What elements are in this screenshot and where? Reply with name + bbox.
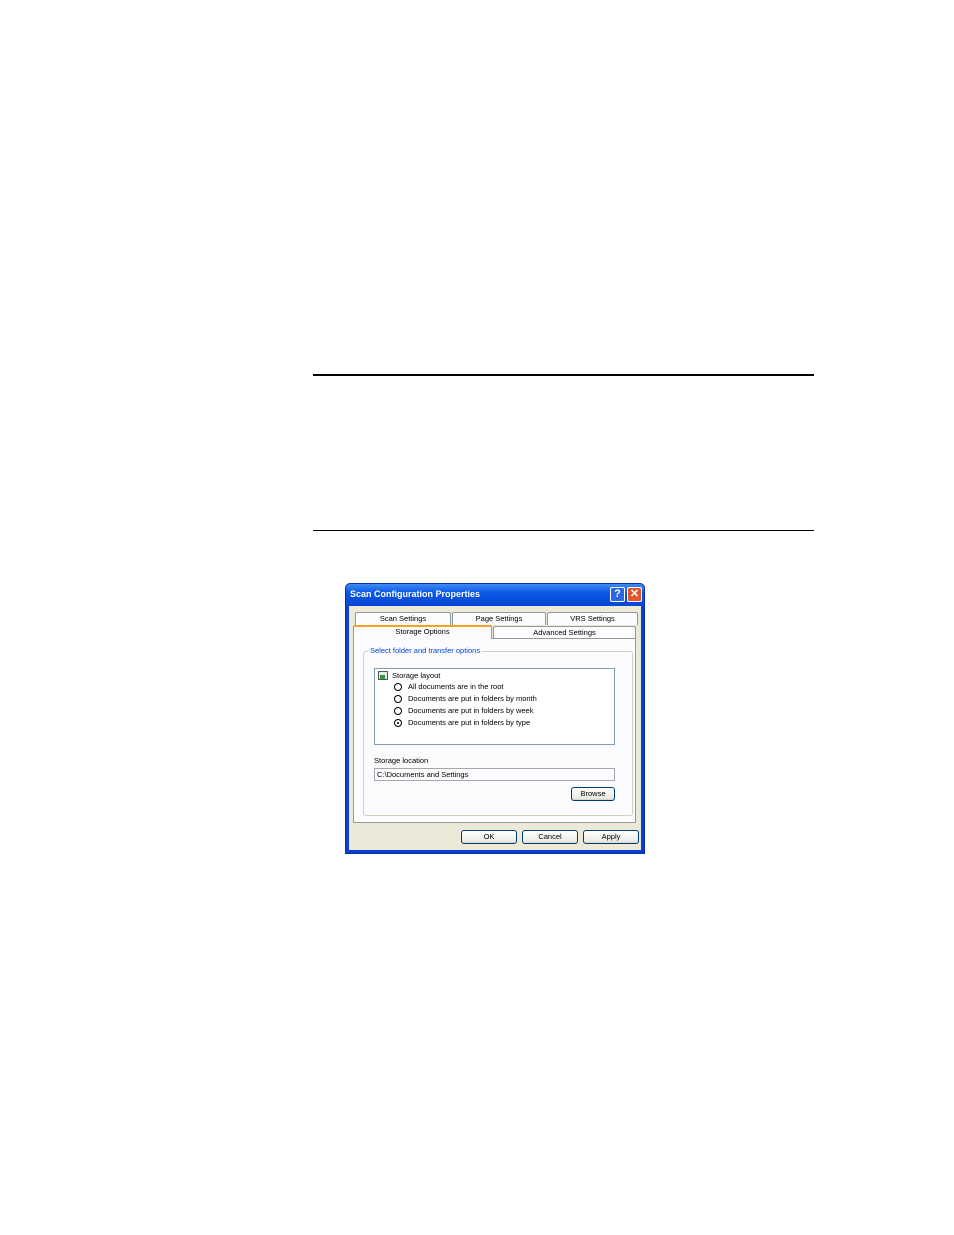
storage-location-label: Storage location	[374, 756, 429, 765]
option-label: Documents are put in folders by month	[408, 694, 537, 703]
option-label: Documents are put in folders by type	[408, 718, 531, 727]
scan-configuration-dialog: Scan Configuration Properties ? ✕ Scan S…	[345, 583, 645, 854]
option-label: All documents are in the root	[408, 682, 504, 691]
apply-button[interactable]: Apply	[583, 830, 639, 844]
tab-advanced-settings[interactable]: Advanced Settings	[493, 626, 636, 638]
storage-options-panel: Select folder and transfer options Stora…	[353, 638, 636, 823]
tab-storage-options[interactable]: Storage Options	[353, 625, 492, 639]
tab-page-settings[interactable]: Page Settings	[452, 612, 546, 625]
tab-scan-settings[interactable]: Scan Settings	[355, 612, 451, 625]
group-title: Select folder and transfer options	[368, 646, 483, 655]
dialog-title: Scan Configuration Properties	[350, 589, 481, 599]
storage-location-field[interactable]: C:\Documents and Settings	[374, 768, 615, 781]
ok-button[interactable]: OK	[461, 830, 517, 844]
dialog-client-area: Scan Settings Page Settings VRS Settings…	[349, 606, 641, 850]
browse-button[interactable]: Browse	[571, 787, 615, 801]
radio-button[interactable]	[394, 683, 402, 691]
radio-button[interactable]	[394, 707, 402, 715]
storage-layout-label: Storage layout	[392, 671, 441, 680]
radio-button[interactable]	[394, 695, 402, 703]
close-icon[interactable]: ✕	[627, 587, 642, 602]
help-icon[interactable]: ?	[610, 587, 625, 602]
option-label: Documents are put in folders by week	[408, 706, 534, 715]
top-rule	[313, 374, 814, 376]
title-bar: Scan Configuration Properties ? ✕	[346, 584, 644, 606]
radio-button-selected[interactable]	[394, 719, 402, 727]
folder-tree-icon	[378, 671, 388, 680]
bottom-rule	[313, 530, 814, 531]
storage-layout-list: Storage layout All documents are in the …	[374, 668, 615, 745]
tab-vrs-settings[interactable]: VRS Settings	[547, 612, 638, 625]
transfer-options-group: Select folder and transfer options Stora…	[363, 646, 633, 816]
cancel-button[interactable]: Cancel	[522, 830, 578, 844]
